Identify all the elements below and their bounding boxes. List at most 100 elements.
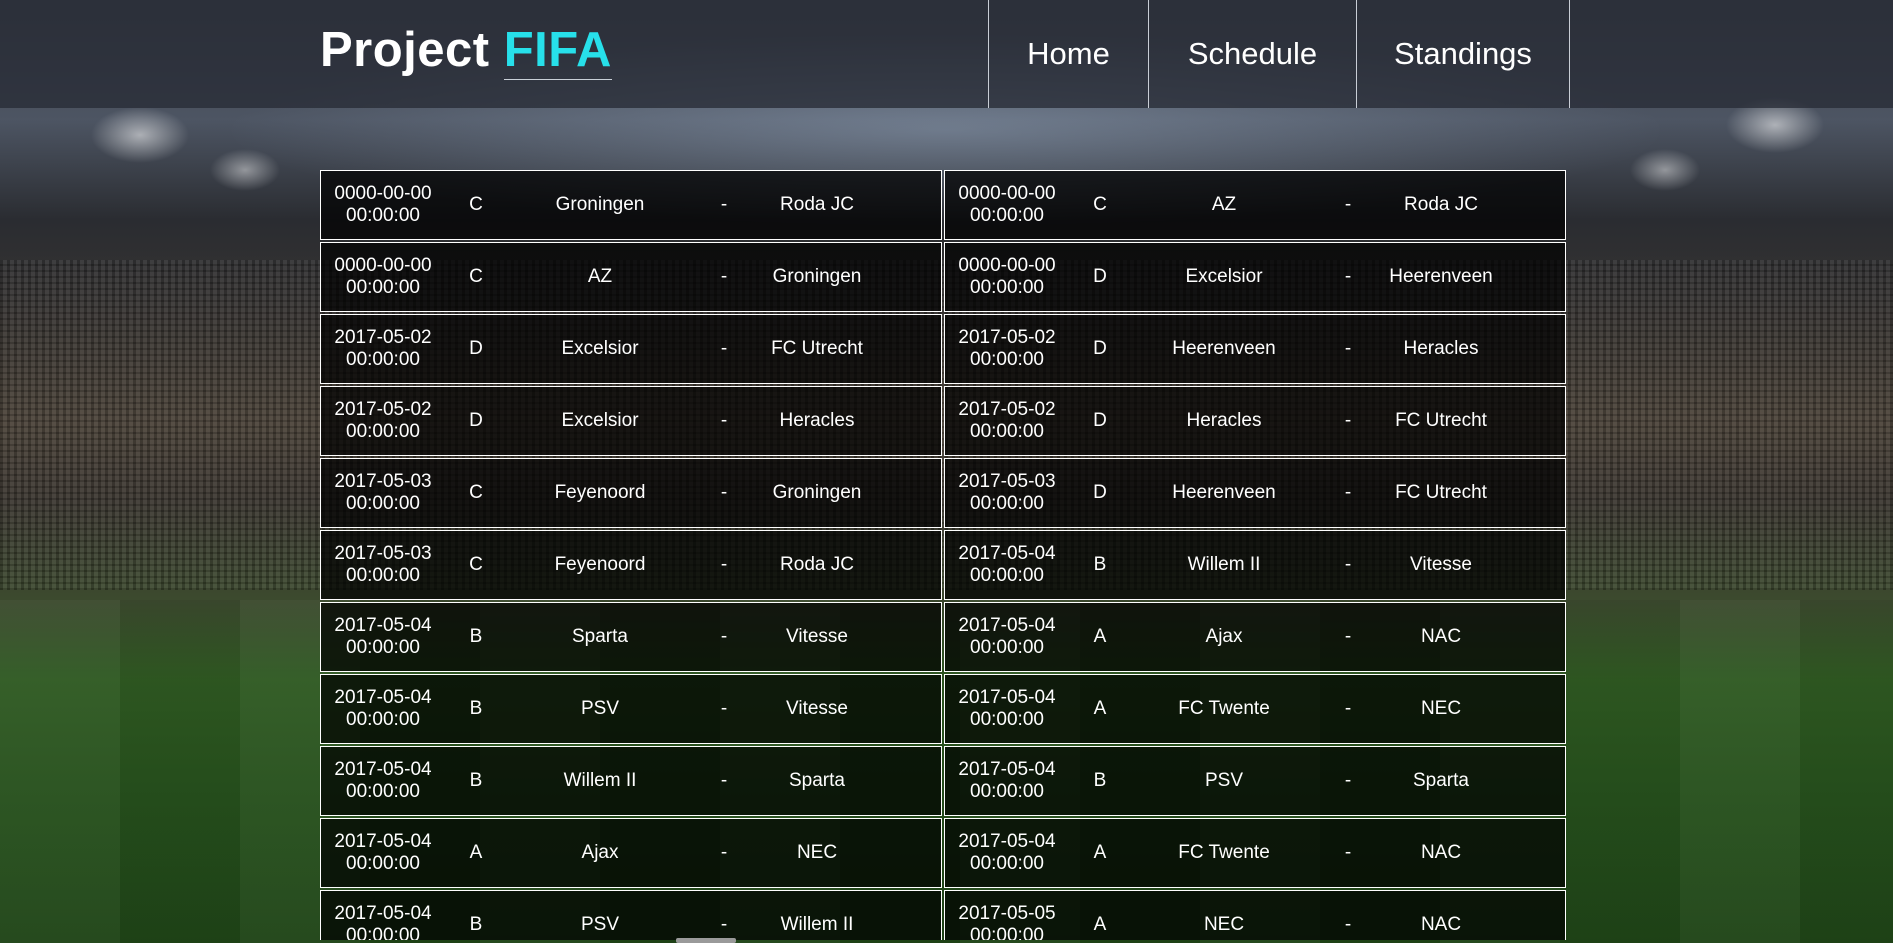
match-datetime: 2017-05-04 00:00:00 — [945, 831, 1069, 875]
away-team: NAC — [1420, 914, 1462, 935]
match-datetime: 2017-05-02 00:00:00 — [945, 399, 1069, 443]
match-time: 00:00:00 — [346, 277, 420, 298]
horizontal-scrollbar-thumb[interactable] — [676, 938, 736, 943]
match-card[interactable]: 2017-05-04 00:00:00 B PSV - Vitesse — [320, 674, 942, 744]
score-separator: - — [1344, 914, 1352, 935]
home-team: AZ — [1211, 194, 1237, 215]
nav-schedule[interactable]: Schedule — [1148, 0, 1356, 108]
match-card[interactable]: 2017-05-04 00:00:00 A FC Twente - NAC — [944, 818, 1566, 888]
score-separator: - — [720, 554, 728, 575]
match-date: 2017-05-02 — [958, 399, 1056, 420]
match-time: 00:00:00 — [346, 349, 420, 370]
match-date: 2017-05-04 — [334, 903, 432, 924]
schedule-row: 2017-05-04 00:00:00 B Sparta - Vitesse 2017-05… — [320, 602, 1568, 672]
away-team: Heerenveen — [1389, 266, 1493, 287]
match-time: 00:00:00 — [346, 709, 420, 730]
match-time: 00:00:00 — [970, 925, 1044, 940]
schedule-row: 2017-05-04 00:00:00 B PSV - Vitesse 2017-05-04… — [320, 674, 1568, 744]
match-card[interactable]: 0000-00-00 00:00:00 C Groningen - Roda JC — [320, 170, 942, 240]
match-card[interactable]: 2017-05-04 00:00:00 B Sparta - Vitesse — [320, 602, 942, 672]
match-card[interactable]: 2017-05-04 00:00:00 B PSV - Sparta — [944, 746, 1566, 816]
nav-home[interactable]: Home — [988, 0, 1148, 108]
match-card[interactable]: 2017-05-05 00:00:00 A NEC - NAC — [944, 890, 1566, 940]
home-team: NEC — [1203, 914, 1245, 935]
match-time: 00:00:00 — [346, 925, 420, 940]
match-card[interactable]: 2017-05-03 00:00:00 D Heerenveen - FC Utrecht — [944, 458, 1566, 528]
match-card[interactable]: 2017-05-04 00:00:00 B Willem II - Sparta — [320, 746, 942, 816]
site-header: Project FIFA Home Schedule Standings — [0, 0, 1893, 108]
score-separator: - — [720, 698, 728, 719]
match-datetime: 2017-05-04 00:00:00 — [945, 759, 1069, 803]
away-team: Vitesse — [786, 698, 848, 719]
match-card[interactable]: 2017-05-02 00:00:00 D Excelsior - Heracles — [320, 386, 942, 456]
match-date: 2017-05-05 — [958, 903, 1056, 924]
match-time: 00:00:00 — [970, 565, 1044, 586]
schedule-row: 0000-00-00 00:00:00 C AZ - Groningen 0000-00-0… — [320, 242, 1568, 312]
match-group: A — [469, 842, 483, 863]
match-group: B — [469, 914, 483, 935]
match-card[interactable]: 2017-05-03 00:00:00 C Feyenoord - Roda JC — [320, 530, 942, 600]
match-group: D — [469, 338, 483, 359]
match-group: C — [469, 266, 483, 287]
match-card[interactable]: 2017-05-03 00:00:00 C Feyenoord - Groningen — [320, 458, 942, 528]
home-team: PSV — [580, 914, 620, 935]
brand-accent-text: FIFA — [503, 23, 612, 80]
away-team: Groningen — [772, 482, 862, 503]
match-time: 00:00:00 — [970, 637, 1044, 658]
score-separator: - — [720, 410, 728, 431]
match-group: B — [469, 698, 483, 719]
match-card[interactable]: 0000-00-00 00:00:00 C AZ - Groningen — [320, 242, 942, 312]
schedule-row: 2017-05-03 00:00:00 C Feyenoord - Roda JC 2017… — [320, 530, 1568, 600]
match-time: 00:00:00 — [346, 205, 420, 226]
match-time: 00:00:00 — [970, 205, 1044, 226]
match-card[interactable]: 2017-05-04 00:00:00 B Willem II - Vitesse — [944, 530, 1566, 600]
match-card[interactable]: 0000-00-00 00:00:00 D Excelsior - Heerenveen — [944, 242, 1566, 312]
main-nav: Home Schedule Standings — [988, 0, 1570, 108]
match-date: 0000-00-00 — [334, 255, 432, 276]
match-datetime: 2017-05-03 00:00:00 — [321, 471, 445, 515]
match-group: C — [1093, 194, 1107, 215]
away-team: NEC — [796, 842, 838, 863]
match-card[interactable]: 2017-05-02 00:00:00 D Heracles - FC Utrecht — [944, 386, 1566, 456]
match-datetime: 2017-05-04 00:00:00 — [321, 687, 445, 731]
home-team: FC Twente — [1178, 842, 1270, 863]
schedule-row: 0000-00-00 00:00:00 C Groningen - Roda JC 0000… — [320, 170, 1568, 240]
nav-standings[interactable]: Standings — [1356, 0, 1570, 108]
match-card[interactable]: 2017-05-04 00:00:00 A Ajax - NAC — [944, 602, 1566, 672]
match-group: B — [469, 770, 483, 791]
score-separator: - — [720, 914, 728, 935]
match-datetime: 2017-05-04 00:00:00 — [321, 759, 445, 803]
away-team: Willem II — [780, 914, 854, 935]
match-date: 0000-00-00 — [334, 183, 432, 204]
away-team: Roda JC — [780, 554, 854, 575]
score-separator: - — [720, 842, 728, 863]
match-date: 2017-05-04 — [958, 759, 1056, 780]
match-datetime: 2017-05-04 00:00:00 — [945, 687, 1069, 731]
match-datetime: 2017-05-02 00:00:00 — [321, 327, 445, 371]
match-datetime: 2017-05-05 00:00:00 — [945, 903, 1069, 940]
match-group: C — [469, 194, 483, 215]
score-separator: - — [1344, 770, 1352, 791]
match-card[interactable]: 0000-00-00 00:00:00 C AZ - Roda JC — [944, 170, 1566, 240]
site-logo[interactable]: Project FIFA — [320, 22, 612, 80]
match-datetime: 0000-00-00 00:00:00 — [321, 255, 445, 299]
match-time: 00:00:00 — [346, 781, 420, 802]
match-card[interactable]: 2017-05-02 00:00:00 D Excelsior - FC Utrecht — [320, 314, 942, 384]
home-team: PSV — [1204, 770, 1244, 791]
match-card[interactable]: 2017-05-02 00:00:00 D Heerenveen - Heracles — [944, 314, 1566, 384]
match-date: 2017-05-03 — [334, 471, 432, 492]
match-group: C — [469, 482, 483, 503]
match-card[interactable]: 2017-05-04 00:00:00 A FC Twente - NEC — [944, 674, 1566, 744]
away-team: Vitesse — [1410, 554, 1472, 575]
match-card[interactable]: 2017-05-04 00:00:00 A Ajax - NEC — [320, 818, 942, 888]
match-card[interactable]: 2017-05-04 00:00:00 B PSV - Willem II — [320, 890, 942, 940]
schedule-row: 2017-05-03 00:00:00 C Feyenoord - Groningen 20… — [320, 458, 1568, 528]
match-time: 00:00:00 — [970, 781, 1044, 802]
match-datetime: 2017-05-04 00:00:00 — [945, 615, 1069, 659]
match-group: D — [469, 410, 483, 431]
match-time: 00:00:00 — [346, 637, 420, 658]
home-team: Sparta — [572, 626, 628, 647]
home-team: Ajax — [581, 842, 619, 863]
match-time: 00:00:00 — [346, 565, 420, 586]
home-team: Groningen — [555, 194, 645, 215]
